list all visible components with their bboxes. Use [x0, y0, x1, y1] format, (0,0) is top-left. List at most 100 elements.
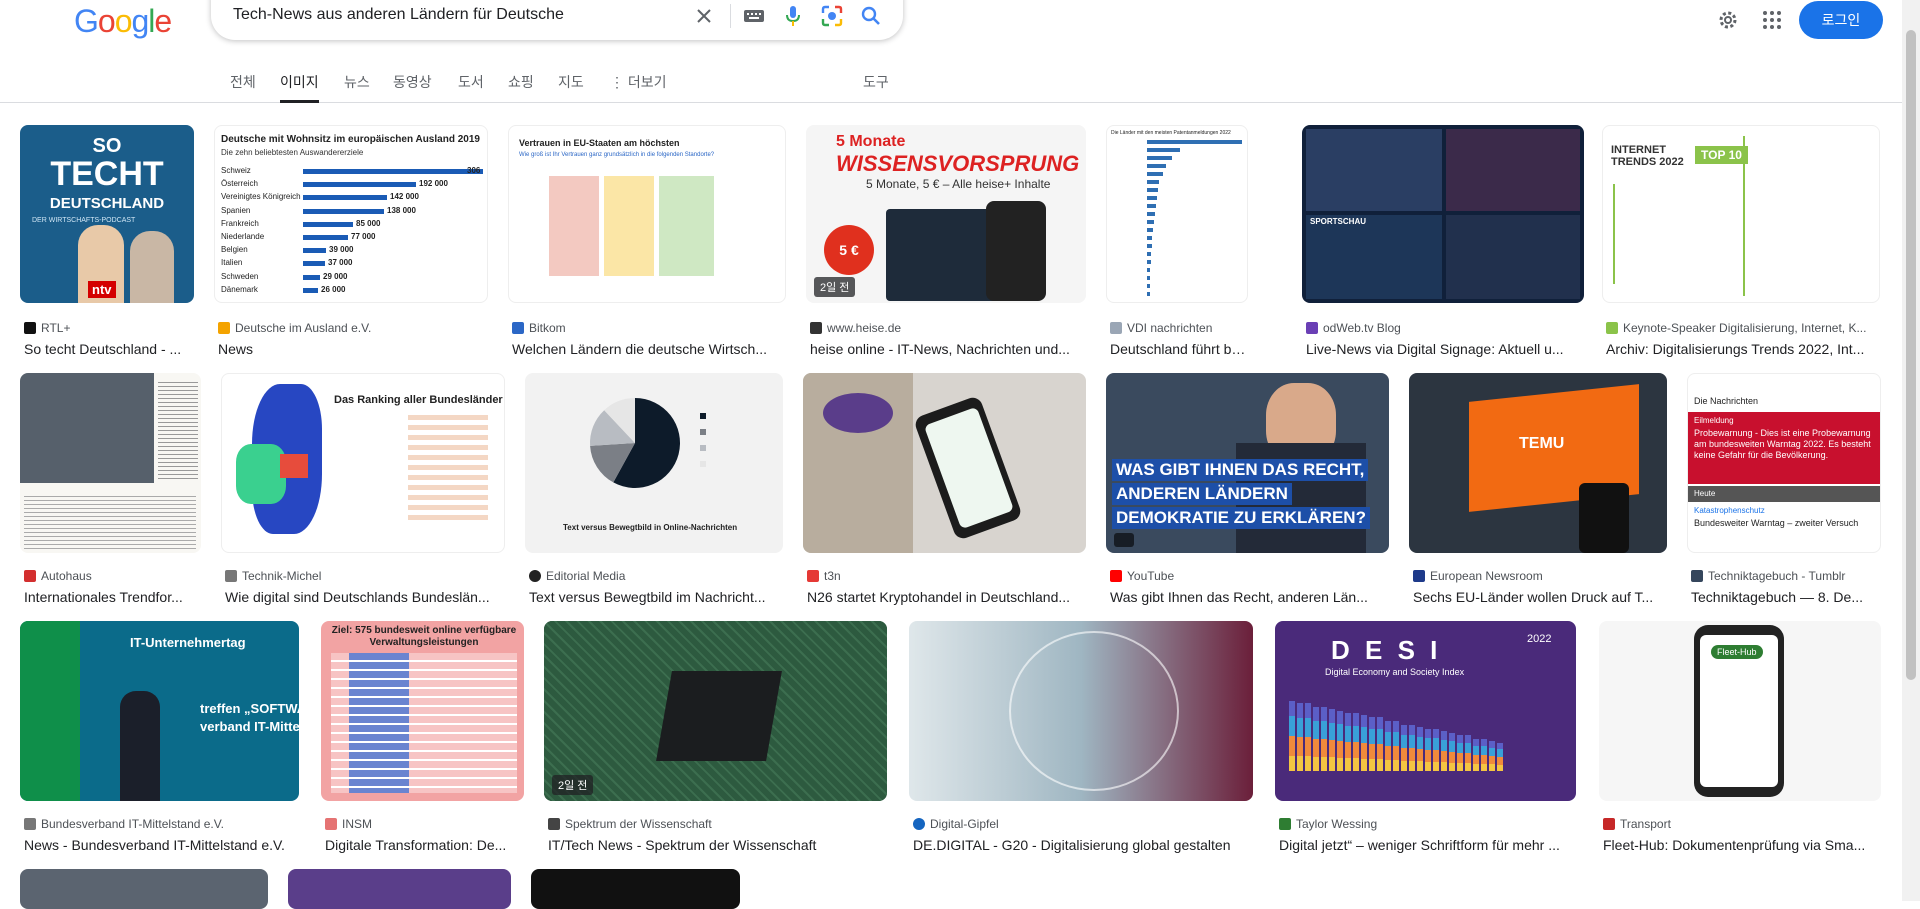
tab-more[interactable]: ⋮ 더보기 [610, 70, 667, 103]
result-source[interactable]: VDI nachrichten [1110, 321, 1248, 335]
gear-icon[interactable] [1716, 8, 1740, 37]
result-title[interactable]: So techt Deutschland - ... [24, 341, 194, 357]
result-thumbnail[interactable]: 2일 전 [544, 621, 887, 801]
chart-bar-segment [1297, 703, 1303, 718]
result-source[interactable]: t3n [807, 569, 1086, 583]
result-source[interactable]: Techniktagebuch - Tumblr [1691, 569, 1881, 583]
result-title[interactable]: Live-News via Digital Signage: Aktuell u… [1306, 341, 1584, 357]
result-thumbnail[interactable]: IT-Unternehmertag treffen „SOFTWARE verb… [20, 621, 299, 801]
result-source[interactable]: Transport [1603, 817, 1881, 831]
result-thumbnail[interactable]: Die Länder mit den meisten Patentanmeldu… [1106, 125, 1248, 303]
result-source[interactable]: Digital-Gipfel [913, 817, 1253, 831]
result-thumbnail[interactable]: Das Ranking aller Bundesländer [221, 373, 505, 553]
result-thumbnail[interactable]: Die Nachrichten Eilmeldung Probewarnung … [1687, 373, 1881, 553]
thumb-text: TECHT [50, 155, 164, 193]
result-title[interactable]: Was gibt Ihnen das Recht, anderen Län... [1110, 589, 1389, 605]
search-icon[interactable] [859, 4, 883, 28]
result-title[interactable]: N26 startet Kryptohandel in Deutschland.… [807, 589, 1086, 605]
result-title[interactable]: DE.DIGITAL - G20 - Digitalisierung globa… [913, 837, 1253, 853]
search-box[interactable] [211, 0, 903, 40]
result-title[interactable]: Wie digital sind Deutschlands Bundeslän.… [225, 589, 505, 605]
result-source[interactable]: Autohaus [24, 569, 201, 583]
microphone-icon[interactable] [781, 4, 805, 28]
result-thumbnail[interactable] [909, 621, 1253, 801]
result-source[interactable]: INSM [325, 817, 524, 831]
result-source[interactable]: Taylor Wessing [1279, 817, 1576, 831]
result-thumbnail[interactable] [288, 869, 511, 909]
result-thumbnail[interactable]: INTERNET TRENDS 2022 TOP 10 [1602, 125, 1880, 303]
tab-maps[interactable]: 지도 [558, 70, 584, 103]
result-source[interactable]: odWeb.tv Blog [1306, 321, 1584, 335]
result-thumbnail[interactable]: Ziel: 575 bundesweit online verfügbare V… [321, 621, 524, 801]
result-source[interactable]: YouTube [1110, 569, 1389, 583]
search-input[interactable] [231, 2, 691, 28]
close-icon[interactable] [692, 4, 716, 28]
tab-shopping[interactable]: 쇼핑 [508, 70, 534, 103]
result-thumbnail[interactable]: SO TECHT DEUTSCHLAND DER WIRTSCHAFTS-POD… [20, 125, 194, 303]
chart-bar-segment [1345, 758, 1351, 771]
result-source[interactable]: European Newsroom [1413, 569, 1667, 583]
result-thumbnail[interactable] [531, 869, 740, 909]
result-title[interactable]: News [218, 341, 488, 357]
result-title[interactable]: Text versus Bewegtbild im Nachricht... [529, 589, 783, 605]
result-thumbnail[interactable]: SPORTSCHAU [1302, 125, 1584, 303]
tab-tools[interactable]: 도구 [863, 70, 889, 103]
result-title[interactable]: heise online - IT-News, Nachrichten und.… [810, 341, 1086, 357]
result-source[interactable]: Bundesverband IT-Mittelstand e.V. [24, 817, 299, 831]
result-thumbnail[interactable] [20, 373, 201, 553]
result-title[interactable]: Digitale Transformation: De... [325, 837, 524, 853]
result-source[interactable]: Editorial Media [529, 569, 783, 583]
login-button[interactable]: 로그인 [1799, 1, 1883, 39]
result-thumbnail[interactable] [803, 373, 1086, 553]
source-name: VDI nachrichten [1127, 321, 1213, 335]
result-source[interactable]: www.heise.de [810, 321, 1086, 335]
chart-bar-segment [1457, 753, 1463, 763]
result-thumbnail[interactable]: 5 Monate WISSENSVORSPRUNG 5 Monate, 5 € … [806, 125, 1086, 303]
result-source[interactable]: Deutsche im Ausland e.V. [218, 321, 488, 335]
result-title[interactable]: Deutschland führt bei P... [1110, 341, 1248, 357]
scrollbar-thumb[interactable] [1906, 30, 1916, 680]
result-thumbnail[interactable]: Deutsche mit Wohnsitz im europäischen Au… [214, 125, 488, 303]
tab-books[interactable]: 도서 [458, 70, 484, 103]
screen-tile [1306, 129, 1442, 211]
result-source[interactable]: Keynote-Speaker Digitalisierung, Interne… [1606, 321, 1880, 335]
source-name: Taylor Wessing [1296, 817, 1378, 831]
result-title[interactable]: Techniktagebuch — 8. De... [1691, 589, 1881, 605]
chart-bar-segment [1385, 760, 1391, 771]
result-title[interactable]: Internationales Trendfor... [24, 589, 201, 605]
result-title[interactable]: Welchen Ländern die deutsche Wirtsch... [512, 341, 786, 357]
result-thumbnail[interactable]: TEMU [1409, 373, 1667, 553]
source-name: YouTube [1127, 569, 1175, 583]
google-logo[interactable]: Google [74, 3, 172, 40]
result-title[interactable]: Digital jetzt“ – weniger Schriftform für… [1279, 837, 1576, 853]
screen-tile [1306, 215, 1442, 299]
result-source[interactable]: RTL+ [24, 321, 194, 335]
apps-icon[interactable] [1762, 10, 1782, 35]
thumb-text: DER WIRTSCHAFTS-PODCAST [32, 217, 136, 224]
keyboard-icon[interactable] [742, 4, 766, 28]
result-thumbnail[interactable]: D E S I Digital Economy and Society Inde… [1275, 621, 1576, 801]
result-thumbnail[interactable]: Text versus Bewegtbild in Online-Nachric… [525, 373, 783, 553]
result-title[interactable]: IT/Tech News - Spektrum der Wissenschaft [548, 837, 887, 853]
alert-text: Probewarnung - Dies ist eine Probewarnun… [1694, 428, 1871, 460]
result-title[interactable]: Archiv: Digitalisierungs Trends 2022, In… [1606, 341, 1880, 357]
result-title[interactable]: News - Bundesverband IT-Mittelstand e.V. [24, 837, 299, 853]
tab-images[interactable]: 이미지 [280, 70, 319, 103]
result-source[interactable]: Technik-Michel [225, 569, 505, 583]
tab-videos[interactable]: 동영상 [393, 70, 432, 103]
tab-news[interactable]: 뉴스 [344, 70, 370, 103]
result-source[interactable]: Bitkom [512, 321, 786, 335]
result-thumbnail[interactable]: WAS GIBT IHNEN DAS RECHT, ANDEREN LÄNDER… [1106, 373, 1389, 553]
scrollbar[interactable] [1902, 0, 1920, 901]
result-title[interactable]: Sechs EU-Länder wollen Druck auf T... [1413, 589, 1667, 605]
result-title[interactable]: Fleet-Hub: Dokumentenprüfung via Sma... [1603, 837, 1881, 853]
source-name: INSM [342, 817, 372, 831]
lens-icon[interactable] [820, 4, 844, 28]
tab-all[interactable]: 전체 [230, 70, 256, 103]
result-thumbnail[interactable]: Vertrauen in EU-Staaten am höchsten Wie … [508, 125, 786, 303]
chart-bar [1147, 156, 1172, 160]
result-source[interactable]: Spektrum der Wissenschaft [548, 817, 887, 831]
price-badge: 5 € [824, 225, 874, 275]
result-thumbnail[interactable] [20, 869, 268, 909]
result-thumbnail[interactable]: Fleet-Hub [1599, 621, 1881, 801]
